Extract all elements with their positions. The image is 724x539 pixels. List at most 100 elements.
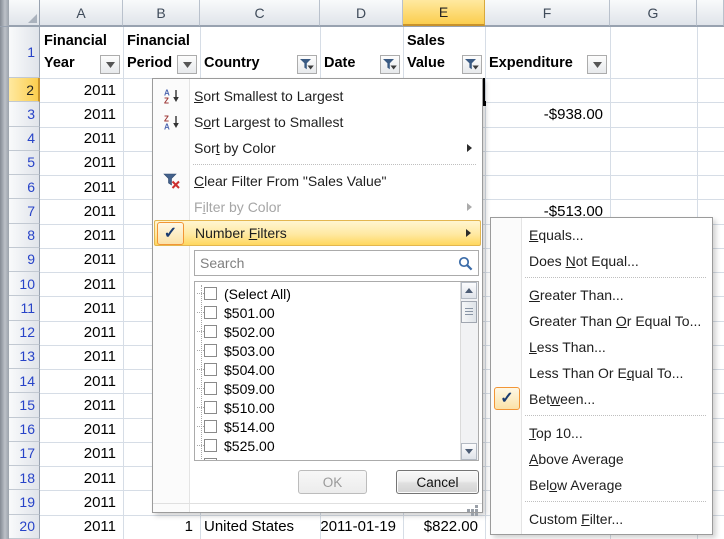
row-header-11[interactable]: 11 (9, 296, 40, 320)
row-header-20[interactable]: 20 (9, 515, 40, 539)
submenu-item-equals[interactable]: Equals... (492, 222, 711, 248)
row-header-9[interactable]: 9 (9, 248, 40, 272)
scroll-up-button[interactable] (461, 282, 477, 299)
submenu-item-above-average[interactable]: Above Average (492, 446, 711, 472)
filter-value-item[interactable]: $503.00 (197, 341, 460, 360)
cell-A18[interactable]: 2011 (40, 466, 123, 490)
cell-A6[interactable]: 2011 (40, 175, 123, 199)
filter-value-item[interactable]: $510.00 (197, 398, 460, 417)
checkbox-514-00[interactable] (204, 420, 217, 433)
menu-item-sort-by-color[interactable]: Sort by Color (154, 135, 481, 161)
submenu-item-between[interactable]: ✓Between... (492, 386, 711, 412)
cell-A5[interactable]: 2011 (40, 151, 123, 175)
row-header-5[interactable]: 5 (9, 151, 40, 175)
col-header-d[interactable]: D (320, 0, 403, 26)
cell-A2[interactable]: 2011 (40, 78, 123, 102)
row-header-18[interactable]: 18 (9, 466, 40, 490)
row-header-10[interactable]: 10 (9, 272, 40, 296)
filter-value-item[interactable]: $502.00 (197, 322, 460, 341)
filter-value-item[interactable]: $525.00 (197, 436, 460, 455)
row-header-4[interactable]: 4 (9, 127, 40, 151)
cell-A20[interactable]: 2011 (40, 515, 123, 539)
row-header-13[interactable]: 13 (9, 345, 40, 369)
submenu-item-less-than[interactable]: Less Than... (492, 334, 711, 360)
col-header-f[interactable]: F (485, 0, 610, 26)
cell-C20[interactable]: United States (200, 515, 320, 539)
submenu-item-below-average[interactable]: Below Average (492, 472, 711, 498)
col-header-e[interactable]: E (403, 0, 485, 26)
filter-applied-button[interactable] (380, 55, 400, 74)
cell-A15[interactable]: 2011 (40, 393, 123, 417)
checkbox-select-all[interactable] (204, 287, 217, 300)
header-cell-date[interactable]: Date (320, 26, 403, 78)
list-scrollbar[interactable] (460, 282, 478, 460)
filter-value-item[interactable]: $514.00 (197, 417, 460, 436)
menu-item-number-filters[interactable]: ✓Number Filters (154, 220, 481, 246)
menu-item-clear-filter-from-sales-value[interactable]: Clear Filter From "Sales Value" (154, 168, 481, 194)
checkbox-525-00[interactable] (204, 439, 217, 452)
submenu-item-less-than-or-equal-to[interactable]: Less Than Or Equal To... (492, 360, 711, 386)
filter-dropdown-button[interactable] (587, 55, 607, 74)
checkbox-510-00[interactable] (204, 401, 217, 414)
cell-D20[interactable]: 2011-01-19 (320, 515, 403, 539)
cell-A19[interactable]: 2011 (40, 490, 123, 514)
cell-F3[interactable]: -$938.00 (485, 102, 610, 126)
submenu-item-does-not-equal[interactable]: Does Not Equal... (492, 248, 711, 274)
filter-applied-button[interactable] (297, 55, 317, 74)
resize-grip-icon[interactable] (467, 505, 479, 515)
cell-A8[interactable]: 2011 (40, 224, 123, 248)
row-header-2[interactable]: 2 (9, 78, 40, 102)
search-input[interactable] (195, 251, 478, 275)
header-cell-country[interactable]: Country (200, 26, 320, 78)
cell-A7[interactable]: 2011 (40, 199, 123, 223)
filter-value-item[interactable]: $509.00 (197, 379, 460, 398)
cell-B20[interactable]: 1 (123, 515, 200, 539)
row-header-16[interactable]: 16 (9, 418, 40, 442)
cell-E20[interactable]: $822.00 (403, 515, 485, 539)
filter-applied-button[interactable] (462, 55, 482, 74)
filter-value-item[interactable]: $501.00 (197, 303, 460, 322)
submenu-item-custom-filter[interactable]: Custom Filter... (492, 506, 711, 532)
scrollbar-thumb[interactable] (461, 301, 477, 323)
checkbox-504-00[interactable] (204, 363, 217, 376)
row-header-6[interactable]: 6 (9, 175, 40, 199)
filter-dropdown-button[interactable] (100, 55, 120, 74)
cell-A17[interactable]: 2011 (40, 442, 123, 466)
row-header-15[interactable]: 15 (9, 393, 40, 417)
checkbox-501-00[interactable] (204, 306, 217, 319)
row-header-14[interactable]: 14 (9, 369, 40, 393)
checkbox-503-00[interactable] (204, 344, 217, 357)
cell-A4[interactable]: 2011 (40, 127, 123, 151)
checkbox-509-00[interactable] (204, 382, 217, 395)
header-cell-sales-value[interactable]: Sales Value (403, 26, 485, 78)
cell-A3[interactable]: 2011 (40, 102, 123, 126)
filter-value-item[interactable]: (Select All) (197, 284, 460, 303)
row-header-3[interactable]: 3 (9, 102, 40, 126)
col-header-a[interactable]: A (40, 0, 123, 26)
menu-item-sort-largest-to-smallest[interactable]: ZASort Largest to Smallest (154, 109, 481, 135)
cell-A10[interactable]: 2011 (40, 272, 123, 296)
menu-item-sort-smallest-to-largest[interactable]: AZSort Smallest to Largest (154, 83, 481, 109)
row-header-7[interactable]: 7 (9, 199, 40, 223)
row-header-1[interactable]: 1 (9, 26, 40, 78)
row-header-17[interactable]: 17 (9, 442, 40, 466)
row-header-12[interactable]: 12 (9, 321, 40, 345)
row-header-8[interactable]: 8 (9, 224, 40, 248)
col-header-c[interactable]: C (200, 0, 320, 26)
row-header-19[interactable]: 19 (9, 490, 40, 514)
filter-value-item-partial[interactable] (197, 455, 460, 461)
checkbox-502-00[interactable] (204, 325, 217, 338)
checkbox-partial[interactable] (204, 458, 217, 461)
submenu-item-greater-than[interactable]: Greater Than... (492, 282, 711, 308)
cell-A13[interactable]: 2011 (40, 345, 123, 369)
submenu-item-top-10[interactable]: Top 10... (492, 420, 711, 446)
header-cell-financial-period[interactable]: Financial Period (123, 26, 200, 78)
col-header-b[interactable]: B (123, 0, 200, 26)
submenu-item-greater-than-or-equal-to[interactable]: Greater Than Or Equal To... (492, 308, 711, 334)
header-cell-expenditure[interactable]: Expenditure (485, 26, 610, 78)
filter-dropdown-button[interactable] (177, 55, 197, 74)
cell-A12[interactable]: 2011 (40, 321, 123, 345)
cell-A16[interactable]: 2011 (40, 418, 123, 442)
cell-A14[interactable]: 2011 (40, 369, 123, 393)
select-all-corner[interactable] (9, 0, 40, 26)
